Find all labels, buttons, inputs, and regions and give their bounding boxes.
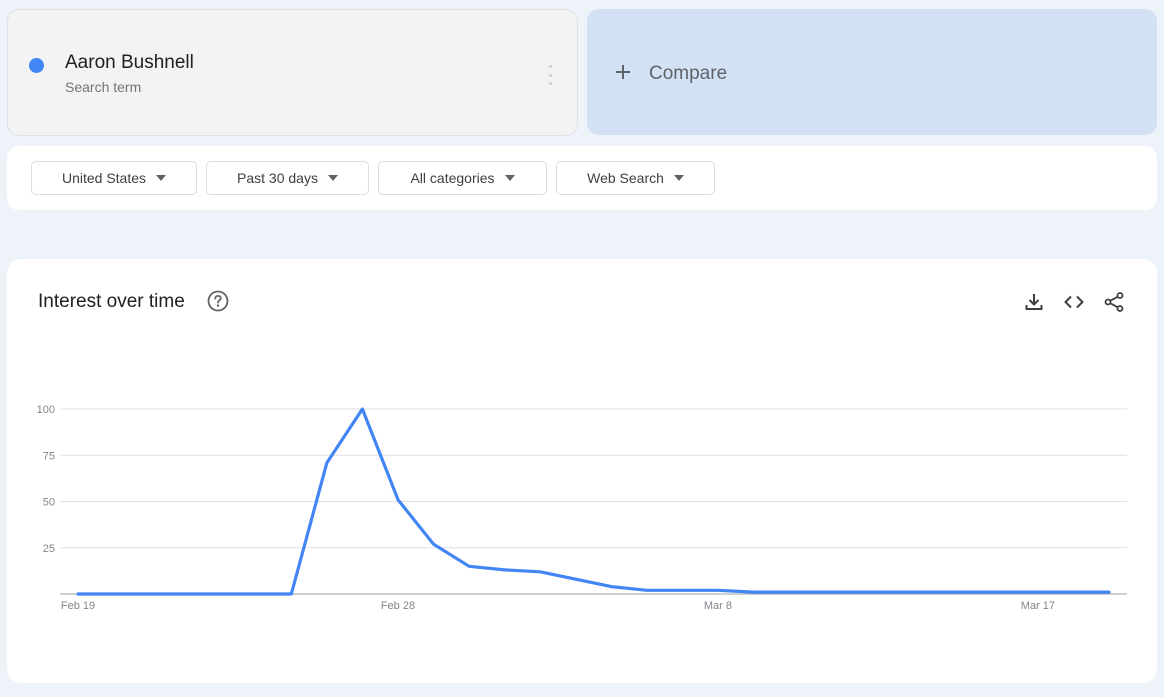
y-tick-label: 25 [43,543,55,555]
caret-down-icon [327,175,338,181]
search-term-card[interactable]: Aaron Bushnell Search term [7,9,578,136]
category-filter-label: All categories [410,170,495,186]
compare-button[interactable]: Compare [587,9,1157,135]
y-tick-label: 75 [43,450,55,462]
caret-down-icon [156,175,167,181]
region-filter[interactable]: United States [31,161,197,195]
x-tick-label: Feb 28 [381,600,415,612]
search-term-name[interactable]: Aaron Bushnell [65,52,194,74]
x-tick-label: Mar 8 [704,600,732,612]
y-tick-label: 50 [43,497,55,509]
category-filter[interactable]: All categories [378,161,547,195]
x-tick-label: Feb 19 [61,600,95,612]
period-filter[interactable]: Past 30 days [206,161,369,195]
x-tick-label: Mar 17 [1021,600,1055,612]
interest-over-time-card: Interest over time 25 50 75 100 Feb 19 Feb 28… [7,259,1157,683]
search-term-type: Search term [65,79,142,95]
property-filter[interactable]: Web Search [556,161,715,195]
y-tick-label: 100 [37,404,55,416]
property-filter-label: Web Search [587,170,664,186]
region-filter-label: United States [61,170,147,186]
more-vert-icon[interactable] [546,65,554,85]
series-color-dot [29,58,44,73]
caret-down-icon [673,175,684,181]
line-chart: 25 50 75 100 Feb 19 Feb 28 Mar 8 Mar 17 [37,404,1127,612]
filter-bar: United States Past 30 days All categorie… [7,146,1157,210]
period-filter-label: Past 30 days [237,170,318,186]
plus-icon [616,65,630,79]
caret-down-icon [504,175,515,181]
compare-label: Compare [649,63,728,84]
